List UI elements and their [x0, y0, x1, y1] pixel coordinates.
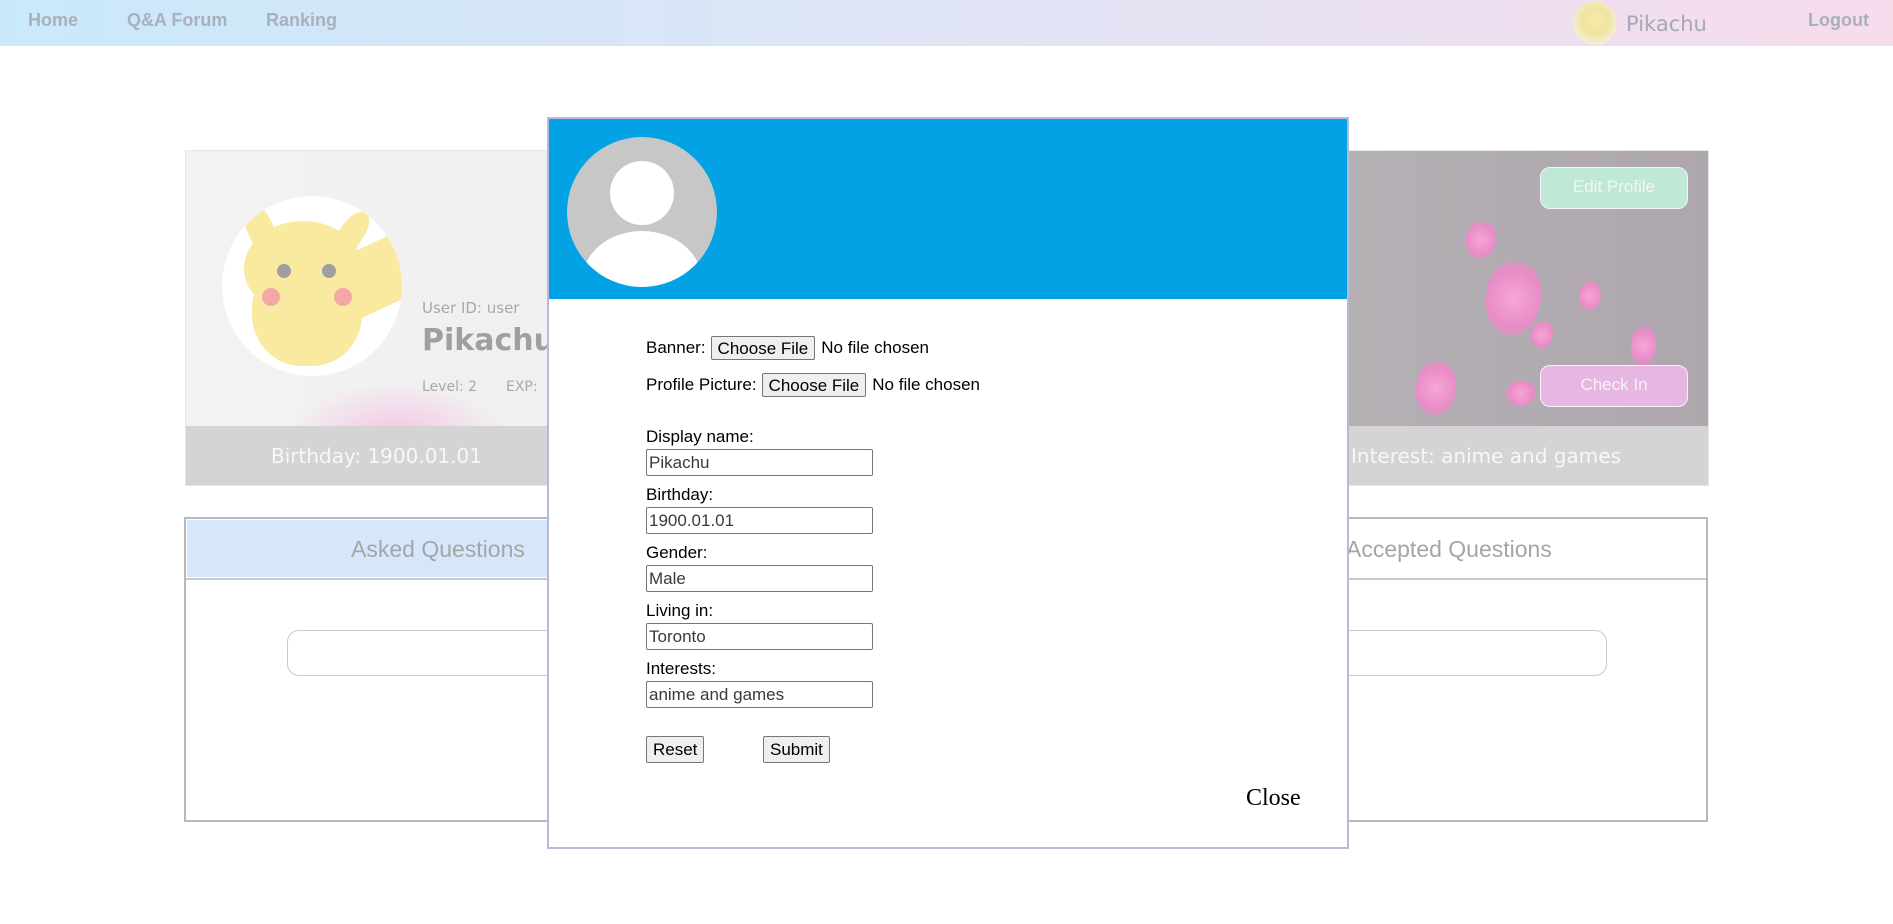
modal-banner-preview: [549, 119, 1347, 299]
nav-home-link[interactable]: Home: [28, 10, 78, 31]
logout-link[interactable]: Logout: [1808, 10, 1869, 31]
birthday-label: Birthday:: [646, 485, 714, 504]
edit-profile-modal: Banner: Choose File No file chosen Profi…: [547, 117, 1349, 849]
submit-button[interactable]: Submit: [763, 736, 830, 763]
living-in-label: Living in:: [646, 601, 714, 620]
pikachu-avatar-image: [222, 196, 402, 376]
banner-label: Banner:: [646, 338, 706, 357]
profile-name: Pikachu: [422, 323, 555, 358]
nav-username[interactable]: Pikachu: [1626, 12, 1707, 36]
default-user-icon: [567, 137, 717, 287]
reset-button[interactable]: Reset: [646, 736, 705, 763]
profile-picture-upload-row: Profile Picture: Choose File No file cho…: [646, 373, 980, 397]
tab-accepted-questions[interactable]: Accepted Questions: [1346, 536, 1552, 563]
interest-info: Interest: anime and games: [1351, 444, 1621, 468]
top-nav: Home Q&A Forum Ranking Pikachu Logout: [0, 0, 1893, 46]
gender-input[interactable]: [646, 565, 873, 592]
display-name-input[interactable]: [646, 449, 873, 476]
banner-file-status: No file chosen: [821, 338, 929, 357]
user-id-text: User ID: user: [422, 299, 520, 317]
interests-label: Interests:: [646, 659, 716, 678]
living-in-input[interactable]: [646, 623, 873, 650]
birthday-input[interactable]: [646, 507, 873, 534]
pikachu-avatar-icon[interactable]: [1573, 1, 1617, 45]
display-name-label: Display name:: [646, 427, 754, 446]
nav-ranking-link[interactable]: Ranking: [266, 10, 337, 31]
interests-input[interactable]: [646, 681, 873, 708]
banner-upload-row: Banner: Choose File No file chosen: [646, 336, 929, 360]
profile-picture-label: Profile Picture:: [646, 375, 757, 394]
profile-picture-choose-file-button[interactable]: Choose File: [761, 373, 867, 397]
profile-picture-file-status: No file chosen: [872, 375, 980, 394]
check-in-button[interactable]: Check In: [1540, 365, 1688, 407]
edit-profile-button[interactable]: Edit Profile: [1540, 167, 1688, 209]
tab-asked-label: Asked Questions: [351, 536, 525, 562]
banner-choose-file-button[interactable]: Choose File: [710, 336, 816, 360]
user-exp: EXP:: [506, 379, 538, 395]
birthday-info: Birthday: 1900.01.01: [271, 444, 482, 468]
gender-label: Gender:: [646, 543, 708, 562]
close-modal-button[interactable]: Close: [1246, 785, 1301, 812]
user-level: Level: 2: [422, 379, 478, 395]
nav-forum-link[interactable]: Q&A Forum: [127, 10, 227, 31]
